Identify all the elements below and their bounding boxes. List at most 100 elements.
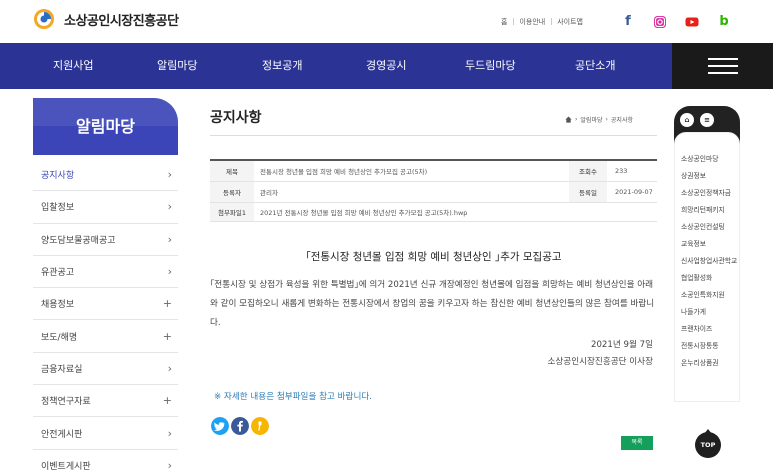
logo[interactable]: 소상공인시장진흥공단 (32, 8, 179, 30)
chevron-right-icon: › (167, 232, 172, 246)
instagram-icon[interactable] (653, 15, 667, 29)
main-navigation: 지원사업 알림마당 정보공개 경영공시 두드림마당 공단소개 (0, 43, 773, 89)
breadcrumb-separator: › (575, 116, 578, 123)
info-row-author: 등록자 관리자 등록일 2021-09-07 (210, 182, 657, 203)
sidebar-item-label: 채용정보 (41, 300, 75, 311)
logo-mark-icon (34, 9, 54, 29)
chevron-right-icon: › (167, 361, 172, 375)
sidebar-item-event[interactable]: 이벤트게시판 › (33, 450, 178, 472)
quick-link-icon[interactable]: ⌂ (680, 113, 694, 127)
hamburger-icon-bar (708, 58, 738, 60)
plus-icon: + (162, 297, 172, 311)
quick-item[interactable]: 나들가게 (675, 308, 739, 317)
sidebar-item-label: 정책연구자료 (41, 397, 91, 408)
quick-item[interactable]: 소상공인컨설팅 (675, 223, 739, 232)
date-label: 등록일 (569, 182, 607, 202)
post-info-table: 제목 전통시장 청년몰 입점 희망 예비 청년상인 추가모집 공고(5차) 조회… (210, 159, 657, 222)
share-buttons (211, 417, 271, 435)
sidebar-item-label: 금융자료실 (41, 364, 83, 375)
quick-item[interactable]: 프랜차이즈 (675, 325, 739, 334)
sidebar-item-label: 이벤트게시판 (41, 461, 91, 472)
info-row-subject: 제목 전통시장 청년몰 입점 희망 예비 청년상인 추가모집 공고(5차) 조회… (210, 161, 657, 182)
chevron-right-icon: › (167, 265, 172, 279)
attachment-notice: ※ 자세한 내용은 첨부파일을 참고 바랍니다. (214, 392, 372, 402)
home-icon[interactable] (565, 116, 572, 123)
hamburger-icon-bar (708, 72, 738, 74)
views-label: 조회수 (569, 161, 607, 181)
subject-value: 전통시장 청년몰 입점 희망 예비 청년상인 추가모집 공고(5차) (260, 168, 428, 176)
file-link[interactable]: 2021년 전통시장 청년몰 입점 희망 예비 청년상인 추가모집 공고(5차)… (254, 207, 657, 217)
sidebar-item-press[interactable]: 보도/해명 + (33, 320, 178, 353)
list-button[interactable]: 목록 (621, 436, 653, 450)
sidebar-item-label: 양도담보물공매공고 (41, 235, 116, 246)
quick-menu: ⌂ ≡ 소상공인마당 상권정보 소상공인정책자금 희망리턴패키지 소상공인컨설팅… (674, 106, 740, 416)
quick-item[interactable]: 온누리상품권 (675, 359, 739, 368)
quick-item[interactable]: 희망리턴패키지 (675, 206, 739, 215)
youtube-icon[interactable] (685, 15, 699, 29)
sidebar-item-label: 입찰정보 (41, 203, 75, 214)
sidebar-item-safety[interactable]: 안전게시판 › (33, 417, 178, 450)
nav-item-about[interactable]: 공단소개 (575, 43, 615, 89)
util-home-link[interactable]: 홈 (495, 17, 513, 27)
quick-item[interactable]: 소상공인정책자금 (675, 189, 739, 198)
subject-label: 제목 (210, 161, 254, 181)
breadcrumb-item[interactable]: 알림마당 (580, 115, 602, 124)
quick-item[interactable]: 협업활성화 (675, 274, 739, 283)
breadcrumb-separator: › (605, 116, 608, 123)
nav-item-dodream[interactable]: 두드림마당 (465, 43, 516, 89)
quick-item[interactable]: 상권정보 (675, 172, 739, 181)
sidebar-item-research[interactable]: 정책연구자료 + (33, 385, 178, 418)
nav-item-management[interactable]: 경영공시 (366, 43, 406, 89)
chevron-right-icon: › (167, 200, 172, 214)
logo-text: 소상공인시장진흥공단 (64, 13, 179, 29)
sidebar-item-auction[interactable]: 양도담보물공매공고 › (33, 224, 178, 256)
sidebar-title: 알림마당 (33, 98, 178, 155)
sidebar-item-label: 보도/해명 (41, 332, 78, 343)
page-title: 공지사항 (210, 110, 262, 126)
quick-item[interactable]: 소상공인마당 (675, 155, 739, 164)
sidebar-item-bid[interactable]: 입찰정보 › (33, 191, 178, 224)
util-guide-link[interactable]: 이용안내 (513, 17, 551, 27)
twitter-icon[interactable] (211, 417, 229, 435)
quick-item[interactable]: 교육정보 (675, 240, 739, 249)
nav-item-notice[interactable]: 알림마당 (157, 43, 197, 89)
post-signature: 소상공인시장진흥공단 이사장 (547, 357, 653, 367)
sidebar-item-label: 유관공고 (41, 268, 75, 279)
divider (210, 135, 657, 136)
quick-menu-icon[interactable]: ≡ (700, 113, 714, 127)
sns-links: f b (603, 14, 731, 29)
plus-icon: + (162, 329, 172, 343)
sidebar-item-related[interactable]: 유관공고 › (33, 256, 178, 289)
sidebar-menu: 공지사항 › 입찰정보 › 양도담보물공매공고 › 유관공고 › 채용정보 + … (33, 159, 178, 472)
sidebar-item-notice[interactable]: 공지사항 › (33, 159, 178, 192)
chevron-right-icon: › (167, 426, 172, 440)
author-value: 관리자 (260, 189, 278, 197)
sidebar-item-finance[interactable]: 금융자료실 › (33, 353, 178, 386)
views-value: 233 (615, 167, 628, 175)
quick-item[interactable]: 신사업창업사관학교 (675, 257, 739, 266)
menu-toggle-button[interactable] (672, 43, 773, 89)
nav-item-support[interactable]: 지원사업 (53, 43, 93, 89)
breadcrumb: › 알림마당 › 공지사항 (565, 115, 633, 124)
sidebar-item-label: 안전게시판 (41, 429, 83, 440)
kakaostory-icon[interactable] (251, 417, 269, 435)
quick-menu-list: 소상공인마당 상권정보 소상공인정책자금 희망리턴패키지 소상공인컨설팅 교육정… (674, 132, 740, 402)
date-value: 2021-09-07 (615, 188, 653, 196)
facebook-icon[interactable] (231, 417, 249, 435)
post-body: ｢전통시장 및 상점가 육성을 위한 특별법｣에 의거 2021년 신규 개장예… (210, 280, 655, 328)
quick-item[interactable]: 소공인특화지원 (675, 291, 739, 300)
quick-item[interactable]: 전통시장통통 (675, 342, 739, 351)
info-row-file: 첨부파일1 2021년 전통시장 청년몰 입점 희망 예비 청년상인 추가모집 … (210, 203, 657, 222)
facebook-icon[interactable]: f (621, 14, 635, 29)
file-label: 첨부파일1 (210, 203, 254, 221)
breadcrumb-item[interactable]: 공지사항 (611, 115, 633, 124)
post-heading: ｢전통시장 청년몰 입점 희망 예비 청년상인 ｣추가 모집공고 (305, 251, 562, 263)
scroll-top-button[interactable]: TOP (695, 429, 721, 458)
nav-item-disclosure[interactable]: 정보공개 (262, 43, 302, 89)
util-sitemap-link[interactable]: 사이트맵 (551, 17, 589, 27)
utility-bar: 홈 이용안내 사이트맵 f b (495, 0, 773, 43)
sidebar-item-recruit[interactable]: 채용정보 + (33, 288, 178, 321)
blog-icon[interactable]: b (717, 14, 731, 29)
post-date: 2021년 9월 7일 (591, 340, 653, 350)
sidebar-item-label: 공지사항 (41, 171, 75, 182)
